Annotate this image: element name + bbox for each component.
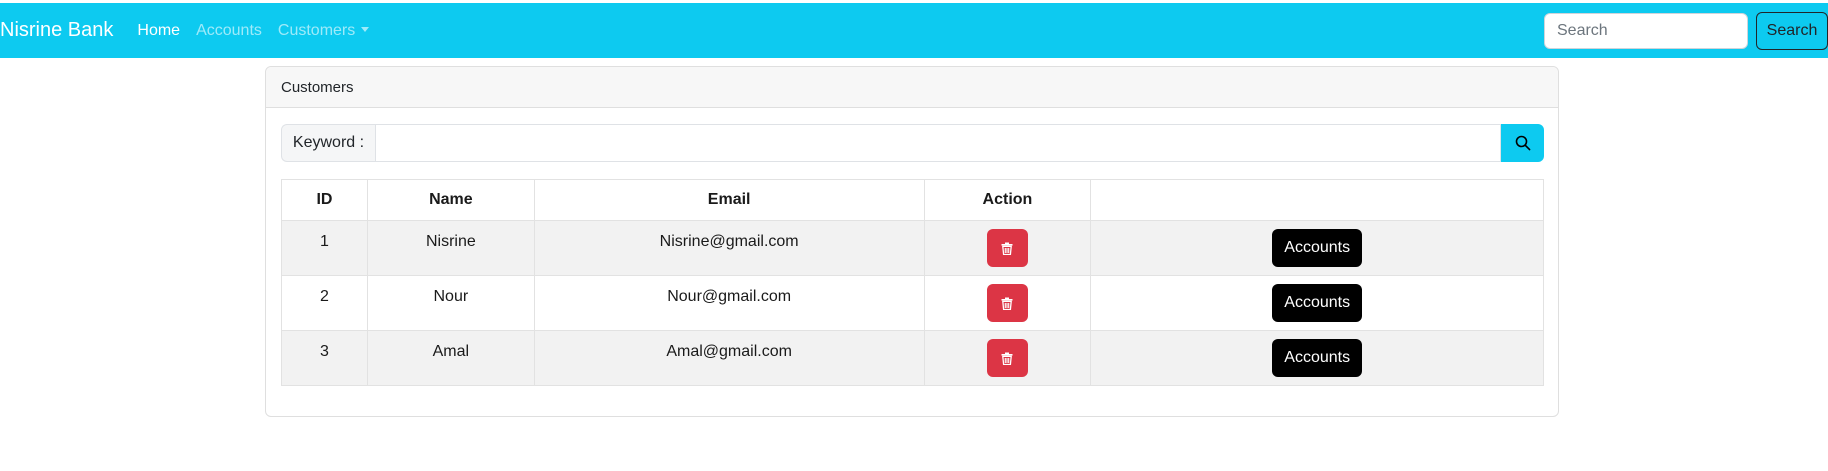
cell-name: Nour: [366, 275, 535, 331]
customers-card: Customers Keyword : ID Name Email Action: [265, 66, 1559, 417]
keyword-input[interactable]: [375, 124, 1501, 162]
cell-id-text: 1: [320, 233, 329, 250]
table-header-row: ID Name Email Action: [281, 179, 1544, 221]
cell-id-text: 2: [320, 288, 329, 305]
cell-name-text: Nour: [433, 288, 469, 305]
column-header-action: Action: [923, 179, 1092, 221]
cell-id: 1: [281, 220, 368, 276]
cell-email: Amal@gmail.com: [533, 330, 925, 386]
accounts-button[interactable]: Accounts: [1272, 229, 1363, 267]
cell-id: 2: [281, 275, 368, 331]
cell-action: [923, 220, 1092, 276]
navbar: Nisrine Bank Home Accounts Customers Sea…: [0, 3, 1828, 58]
delete-button[interactable]: [986, 339, 1028, 377]
cell-email: Nour@gmail.com: [533, 275, 925, 331]
cell-email-text: Amal@gmail.com: [666, 343, 792, 360]
cell-name: Amal: [366, 330, 535, 386]
nav-search-form: Search: [1544, 3, 1828, 58]
trash-icon: [1001, 242, 1013, 255]
cell-name-text: Nisrine: [425, 233, 476, 250]
customers-table: ID Name Email Action 1 Nisrine Nisrine@g…: [281, 179, 1544, 386]
cell-accounts: Accounts: [1090, 330, 1544, 386]
table-row: 1 Nisrine Nisrine@gmail.com Accounts: [281, 220, 1544, 276]
delete-button[interactable]: [986, 229, 1028, 267]
column-header-id: ID: [281, 179, 368, 221]
trash-icon: [1001, 352, 1013, 365]
column-header-email: Email: [533, 179, 925, 221]
nav-search-input[interactable]: [1544, 12, 1748, 49]
nav-search-button[interactable]: Search: [1756, 11, 1828, 50]
cell-action: [923, 275, 1092, 331]
nav-link-home[interactable]: Home: [137, 22, 180, 40]
cell-email: Nisrine@gmail.com: [533, 220, 925, 276]
brand-link[interactable]: Nisrine Bank: [0, 19, 113, 42]
cell-email-text: Nisrine@gmail.com: [659, 233, 799, 250]
nav-link-accounts[interactable]: Accounts: [196, 22, 262, 40]
cell-email-text: Nour@gmail.com: [667, 288, 792, 305]
keyword-label: Keyword :: [281, 124, 375, 162]
cell-id: 3: [281, 330, 368, 386]
keyword-search-button[interactable]: [1501, 124, 1544, 162]
cell-accounts: Accounts: [1090, 275, 1544, 331]
table-row: 3 Amal Amal@gmail.com Accounts: [281, 330, 1544, 386]
accounts-button[interactable]: Accounts: [1272, 284, 1363, 322]
cell-name: Nisrine: [366, 220, 535, 276]
trash-icon: [1001, 297, 1013, 310]
accounts-button[interactable]: Accounts: [1272, 339, 1363, 377]
nav-dropdown-customers[interactable]: Customers: [277, 21, 370, 40]
column-header-name: Name: [366, 179, 535, 221]
card-header: Customers: [266, 67, 1558, 108]
table-row: 2 Nour Nour@gmail.com Accounts: [281, 275, 1544, 331]
cell-name-text: Amal: [432, 343, 470, 360]
delete-button[interactable]: [986, 284, 1028, 322]
search-icon: [1515, 135, 1530, 151]
cell-id-text: 3: [320, 343, 329, 360]
chevron-down-icon: [361, 26, 370, 32]
nav-dropdown-customers-label: Customers: [277, 21, 356, 39]
cell-accounts: Accounts: [1090, 220, 1544, 276]
cell-action: [923, 330, 1092, 386]
keyword-search-group: Keyword :: [281, 124, 1544, 162]
column-header-accounts: [1090, 179, 1544, 221]
